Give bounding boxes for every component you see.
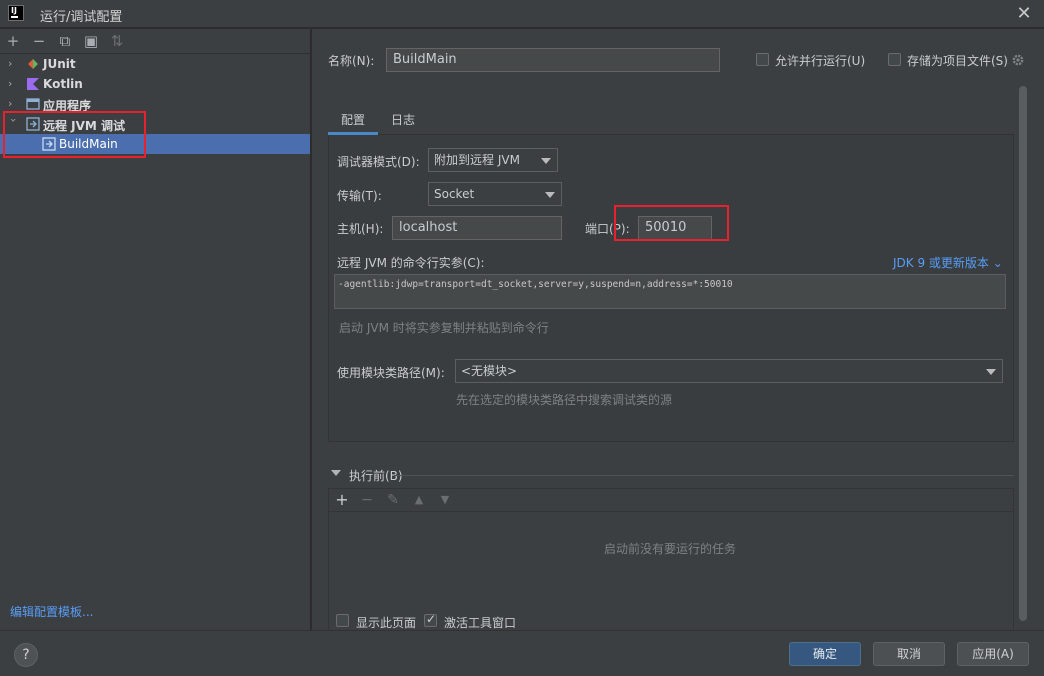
gear-icon[interactable]	[1011, 53, 1025, 67]
transport-label: 传输(T):	[337, 189, 382, 203]
allow-parallel-checkbox[interactable]	[756, 53, 769, 66]
jdk-version-link[interactable]: JDK 9 或更新版本 ⌄	[893, 254, 1003, 271]
before-launch-toolbar: + − ✎ ▲ ▼	[328, 488, 1014, 512]
edit-icon[interactable]: ✎	[385, 492, 401, 508]
debugger-mode-value: 附加到远程 JVM	[434, 153, 520, 167]
config-form: 名称(N): BuildMain 允许并行运行(U) 存储为项目文件(S) 配置…	[312, 29, 1044, 633]
highlight-box	[614, 205, 729, 241]
highlight-box	[3, 111, 146, 158]
section-divider	[394, 475, 1014, 476]
tab-config[interactable]: 配置	[341, 111, 365, 128]
tree-item-kotlin[interactable]: › Kotlin	[0, 74, 310, 94]
add-icon[interactable]: +	[334, 492, 350, 508]
kotlin-icon	[27, 78, 39, 90]
cmd-args-label: 远程 JVM 的命令行实参(C):	[337, 256, 485, 270]
move-up-icon[interactable]: ▲	[411, 492, 427, 508]
sort-icon[interactable]: ⇅	[108, 32, 126, 50]
folder-add-icon[interactable]: ▣	[82, 32, 100, 50]
help-button[interactable]: ?	[14, 643, 38, 667]
host-label: 主机(H):	[337, 222, 384, 236]
activate-tool-window-checkbox[interactable]	[424, 612, 437, 627]
chevron-right-icon[interactable]: ›	[8, 77, 20, 91]
vertical-scrollbar[interactable]	[1019, 86, 1027, 621]
before-launch-empty-text: 启动前没有要运行的任务	[604, 542, 737, 556]
chevron-right-icon[interactable]: ›	[8, 57, 20, 71]
chevron-down-icon	[545, 192, 555, 198]
junit-icon	[28, 59, 38, 69]
module-select[interactable]: <无模块>	[455, 359, 1003, 383]
cancel-button[interactable]: 取消	[873, 642, 945, 666]
intellij-logo-icon: IJ	[8, 5, 24, 21]
application-icon	[26, 98, 40, 110]
debugger-mode-label: 调试器模式(D):	[337, 155, 420, 169]
module-hint: 先在选定的模块类路径中搜索调试类的源	[456, 393, 673, 407]
dialog-footer: ? 确定 取消 应用(A)	[0, 630, 1044, 676]
show-page-label: 显示此页面	[356, 616, 417, 630]
add-icon[interactable]: +	[4, 32, 22, 50]
name-input[interactable]: BuildMain	[386, 48, 720, 72]
cmd-args-textarea[interactable]: -agentlib:jdwp=transport=dt_socket,serve…	[334, 274, 1006, 309]
chevron-right-icon[interactable]: ›	[8, 97, 20, 111]
activate-tool-window-label: 激活工具窗口	[444, 616, 517, 630]
chevron-down-icon: ⌄	[992, 256, 1003, 270]
ok-button[interactable]: 确定	[789, 642, 861, 666]
transport-value: Socket	[434, 187, 475, 201]
show-page-checkbox[interactable]	[336, 614, 349, 627]
tree-item-label: Kotlin	[43, 77, 83, 91]
tab-logs[interactable]: 日志	[391, 111, 415, 128]
store-as-file-checkbox[interactable]	[888, 53, 901, 66]
cmd-args-hint: 启动 JVM 时将实参复制并粘贴到命令行	[339, 321, 549, 335]
name-label: 名称(N):	[328, 54, 375, 68]
transport-select[interactable]: Socket	[428, 182, 562, 206]
window-title: 运行/调试配置	[40, 10, 123, 25]
collapse-arrow-icon[interactable]	[331, 470, 341, 476]
chevron-down-icon	[541, 158, 551, 164]
remove-icon[interactable]: −	[30, 32, 48, 50]
close-icon[interactable]: ✕	[1012, 2, 1036, 26]
copy-icon[interactable]: ⧉	[56, 32, 74, 50]
chevron-down-icon	[986, 369, 996, 375]
jdk-version-text: JDK 9 或更新版本	[893, 256, 989, 270]
move-down-icon[interactable]: ▼	[437, 492, 453, 508]
allow-parallel-label: 允许并行运行(U)	[775, 54, 866, 68]
edit-templates-link[interactable]: 编辑配置模板...	[10, 603, 93, 620]
debugger-mode-select[interactable]: 附加到远程 JVM	[428, 148, 558, 172]
remove-icon[interactable]: −	[359, 492, 375, 508]
title-bar: IJ 运行/调试配置 ✕	[0, 0, 1044, 28]
tree-item-label: JUnit	[43, 57, 76, 71]
module-label: 使用模块类路径(M):	[337, 366, 445, 380]
store-as-file-label: 存储为项目文件(S)	[907, 54, 1008, 68]
apply-button[interactable]: 应用(A)	[957, 642, 1029, 666]
host-input[interactable]: localhost	[392, 216, 562, 240]
module-value: <无模块>	[461, 364, 518, 378]
tree-item-junit[interactable]: › JUnit	[0, 54, 310, 74]
